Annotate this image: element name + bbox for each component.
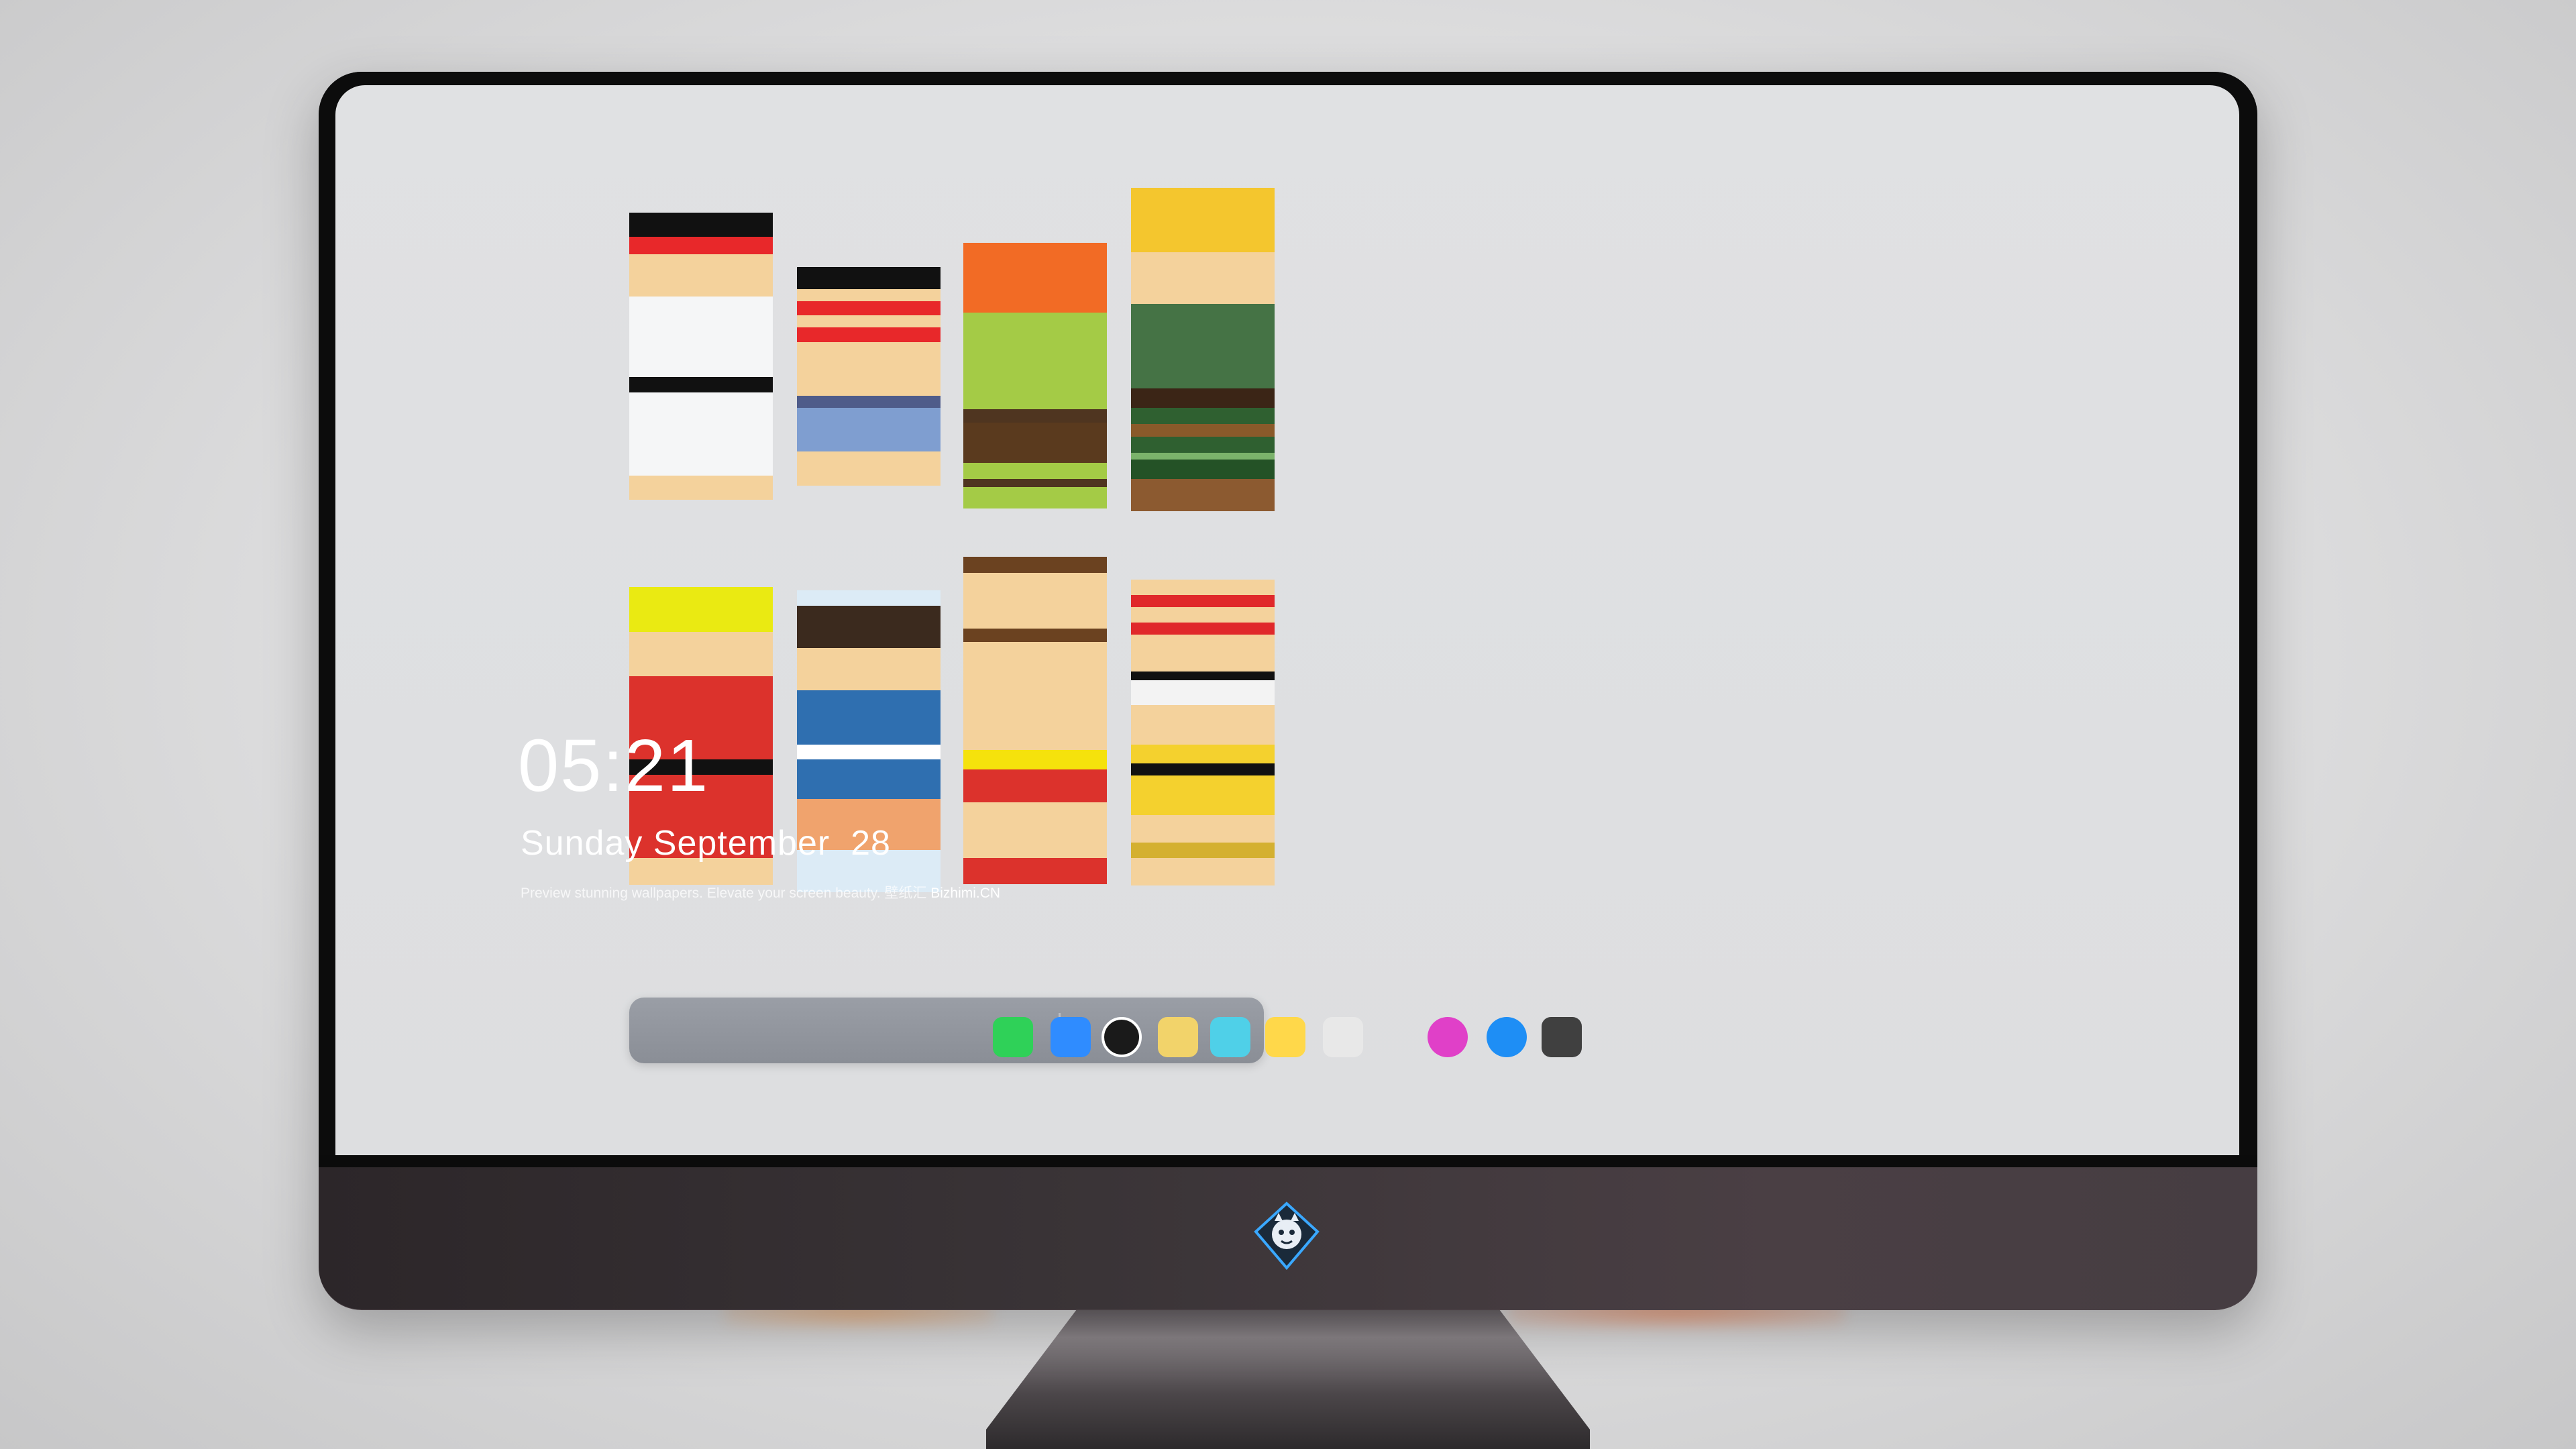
wallpaper-stripe [963, 487, 1107, 508]
preview-icon[interactable] [1158, 1017, 1198, 1057]
wallpaper-column-4 [1131, 188, 1275, 511]
wallpaper-stripe [629, 236, 773, 255]
wallpaper-stripe [797, 315, 941, 328]
wallpaper-stripe [797, 327, 941, 343]
lock-clock: 05:21 [518, 724, 710, 807]
wallpaper-stripe [1131, 437, 1275, 453]
camera-icon[interactable] [1542, 1017, 1582, 1057]
wallpaper-column-3 [963, 243, 1107, 511]
tagline-text: Preview stunning wallpapers. Elevate you… [521, 885, 931, 901]
wallpaper-stripe [1131, 815, 1275, 843]
wallpaper-stripe [963, 573, 1107, 629]
screen: 05:21 Sunday September 28 Preview stunni… [335, 85, 2239, 1155]
wallpaper-stripe [963, 749, 1107, 770]
wallpaper-stripe [1131, 843, 1275, 858]
wallpaper-stripe [629, 392, 773, 476]
wallpaper-stripe [963, 629, 1107, 642]
wallpaper-stripe [797, 759, 941, 799]
wallpaper-stripe [797, 301, 941, 316]
app-store-icon[interactable] [1487, 1017, 1527, 1057]
wallpaper-stripe [1131, 704, 1275, 745]
wallpaper-stripe [1131, 304, 1275, 388]
wallpaper-stripe [963, 313, 1107, 409]
photo-booth-icon[interactable] [1323, 1017, 1363, 1057]
wallpaper-stripe [1131, 775, 1275, 816]
wallpaper-tagline: Preview stunning wallpapers. Elevate you… [521, 882, 1000, 902]
wallpaper-stripe [1131, 745, 1275, 763]
wallpaper-stripe [797, 267, 941, 289]
wallpaper-stripe [629, 476, 773, 500]
wallpaper-stripe [629, 254, 773, 297]
wallpaper-stripe [1131, 453, 1275, 460]
wallpaper-stripe [1131, 459, 1275, 479]
wallpaper-stripe [1131, 680, 1275, 705]
wallpaper-stripe [963, 802, 1107, 858]
wallpaper-stripe [797, 342, 941, 396]
tagline-brand: Bizhimi.CN [930, 885, 1001, 901]
wallpaper-stripe [797, 647, 941, 690]
monitor-chin-edge [319, 1155, 2257, 1167]
wallpaper-stripe [1131, 606, 1275, 623]
wallpaper-stripe [797, 605, 941, 648]
wallpaper-column-1 [629, 213, 773, 512]
wallpaper-stripe [629, 587, 773, 632]
wallpaper-stripe [963, 557, 1107, 574]
wallpaper-stripe [797, 690, 941, 745]
wallpaper-stripe [1131, 580, 1275, 595]
wallpaper-stripe [1131, 857, 1275, 885]
scene: 05:21 Sunday September 28 Preview stunni… [0, 0, 2576, 1449]
wallpaper-stripe [963, 423, 1107, 463]
wallpaper-stripe [1131, 188, 1275, 253]
wallpaper-stripe [1131, 594, 1275, 607]
brand-logo-icon [1254, 1201, 1320, 1271]
wallpaper-stripe [797, 451, 941, 486]
wallpaper-stripe [963, 409, 1107, 423]
wallpaper-stripe [1131, 423, 1275, 437]
wallpaper-stripe [629, 296, 773, 378]
wallpaper-stripe [1131, 407, 1275, 424]
wallpaper-stripe [1131, 622, 1275, 635]
wallpaper-stripe [1131, 252, 1275, 305]
notes-icon[interactable] [1265, 1017, 1305, 1057]
clapper-icon[interactable] [1210, 1017, 1250, 1057]
wallpaper-stripe [629, 631, 773, 677]
wallpaper-stripe [963, 769, 1107, 802]
wallpaper-stripe [629, 213, 773, 237]
wallpaper-column-2 [797, 267, 941, 510]
wallpaper-stripe [797, 395, 941, 408]
music-icon[interactable] [1428, 1017, 1468, 1057]
wallpaper-stripe [1131, 671, 1275, 681]
wallpaper-stripe [963, 463, 1107, 479]
lock-date: Sunday September 28 [521, 824, 891, 863]
wallpaper-stripe [963, 243, 1107, 313]
wallpaper-stripe [797, 288, 941, 301]
wallpaper-stripe [629, 377, 773, 392]
clock-icon[interactable] [1102, 1017, 1142, 1057]
messages-icon[interactable] [993, 1017, 1033, 1057]
wallpaper-stripe [1131, 478, 1275, 511]
wallpaper-stripe [963, 641, 1107, 750]
weather-icon[interactable] [1051, 1017, 1091, 1057]
wallpaper-stripe [797, 407, 941, 452]
wallpaper-column-7 [963, 557, 1107, 884]
wallpaper-stripe [963, 857, 1107, 884]
wallpaper-stripe [963, 479, 1107, 487]
wallpaper-stripe [1131, 634, 1275, 672]
wallpaper-column-8 [1131, 580, 1275, 885]
wallpaper-stripe [1131, 763, 1275, 775]
wallpaper-stripe [797, 590, 941, 606]
wallpaper-stripe [797, 744, 941, 759]
wallpaper-stripe [1131, 388, 1275, 408]
monitor-stand [986, 1309, 1590, 1449]
